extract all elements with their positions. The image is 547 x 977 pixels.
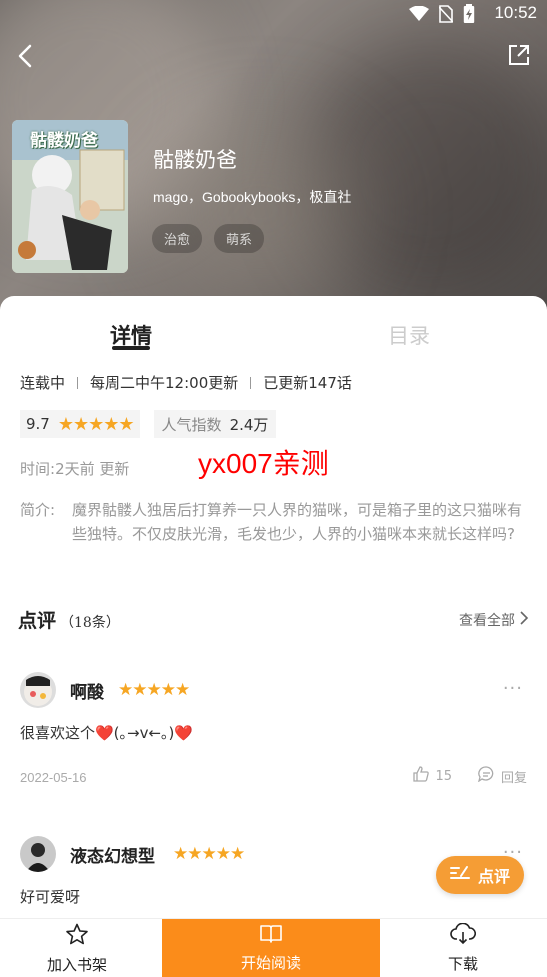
serial-status: 连载中 [20, 374, 66, 392]
status-time: 10:52 [494, 3, 537, 22]
watermark-text: yx007亲测 [198, 448, 329, 479]
like-count: 15 [435, 768, 452, 784]
detail-card: 详情 目录 连载中 每周二中午12:00更新 已更新147话 9.7 ★★★★★… [0, 296, 547, 920]
time-value: 2天前 更新 [55, 460, 130, 478]
star-outline-icon [65, 923, 89, 950]
cover-title: 骷髅奶爸 [30, 131, 98, 151]
reviewer-name[interactable]: 啊酸 [70, 678, 104, 703]
view-all-link[interactable]: 查看全部 [459, 610, 529, 630]
synopsis: 简介: 魔界骷髅人独居后打算养一只人界的猫咪，可是箱子里的这只猫咪有些独特。不仅… [20, 498, 530, 546]
popularity-label: 人气指数 [161, 415, 222, 434]
battery-icon [463, 4, 475, 28]
divider [77, 376, 79, 389]
review-text: 好可爱呀 [20, 888, 81, 906]
star-rating: ★★★★★ [57, 413, 135, 435]
reviews-count: （18条） [60, 615, 120, 631]
view-all-label: 查看全部 [459, 613, 515, 629]
more-icon[interactable]: ··· [503, 678, 523, 699]
update-time: 时间:2天前 更新 [20, 458, 129, 479]
status-bar: 10:52 [0, 0, 547, 26]
no-sim-icon [438, 5, 454, 27]
score-badge: 9.7 ★★★★★ [20, 410, 140, 438]
reply-button[interactable]: 回复 [477, 766, 527, 786]
start-reading-label: 开始阅读 [240, 954, 301, 972]
reply-label: 回复 [500, 770, 527, 786]
popularity-value: 2.4万 [229, 415, 269, 434]
write-review-label: 点评 [477, 867, 510, 886]
tag-cute[interactable]: 萌系 [214, 224, 265, 253]
edit-icon [449, 865, 470, 885]
reviews-title: 点评 [18, 610, 57, 632]
synopsis-text: 魔界骷髅人独居后打算养一只人界的猫咪，可是箱子里的这只猫咪有些独特。不仅皮肤光滑… [72, 501, 523, 543]
reviewer-name[interactable]: 液态幻想型 [70, 842, 155, 867]
book-cover[interactable]: 骷髅奶爸 [12, 120, 128, 273]
divider [250, 376, 252, 389]
download-button[interactable]: 下载 [408, 919, 518, 977]
avatar[interactable] [20, 672, 56, 708]
review-stars: ★★★★★ [118, 680, 190, 700]
tab-toc[interactable]: 目录 [388, 320, 430, 350]
update-schedule: 每周二中午12:00更新 [90, 374, 239, 392]
bottom-action-bar: 加入书架 开始阅读 下载 [0, 918, 547, 977]
meta-row: 连载中 每周二中午12:00更新 已更新147话 [20, 372, 352, 393]
tag-healing[interactable]: 治愈 [152, 224, 203, 253]
add-to-shelf-label: 加入书架 [46, 955, 107, 974]
tab-detail[interactable]: 详情 [110, 320, 152, 350]
book-authors: mago，Gobookybooks，极直社 [153, 189, 352, 205]
like-button[interactable]: 15 [413, 766, 452, 786]
time-label: 时间: [20, 460, 56, 478]
cloud-download-icon [450, 922, 477, 949]
thumbs-up-icon [413, 766, 430, 786]
download-label: 下载 [447, 955, 478, 973]
synopsis-label: 简介: [20, 501, 56, 519]
review-stars: ★★★★★ [173, 844, 245, 864]
review-date: 2022-05-16 [20, 770, 87, 785]
chevron-right-icon [519, 610, 529, 630]
write-review-button[interactable]: 点评 [436, 856, 524, 894]
book-open-icon [259, 924, 283, 948]
score-value: 9.7 [26, 415, 50, 433]
share-button[interactable] [507, 43, 531, 67]
back-button[interactable] [14, 42, 38, 70]
wifi-icon [409, 5, 429, 26]
start-reading-button[interactable]: 开始阅读 [162, 919, 380, 977]
chapter-count: 已更新147话 [263, 374, 352, 392]
review-text: 很喜欢这个❤️(｡→v←｡)❤️ [20, 724, 194, 742]
popularity-badge: 人气指数 2.4万 [153, 410, 277, 438]
book-title: 骷髅奶爸 [153, 148, 237, 172]
comment-icon [477, 766, 495, 786]
reviews-header: 点评 （18条） 查看全部 [18, 606, 529, 632]
add-to-shelf-button[interactable]: 加入书架 [22, 919, 132, 977]
avatar[interactable] [20, 836, 56, 872]
